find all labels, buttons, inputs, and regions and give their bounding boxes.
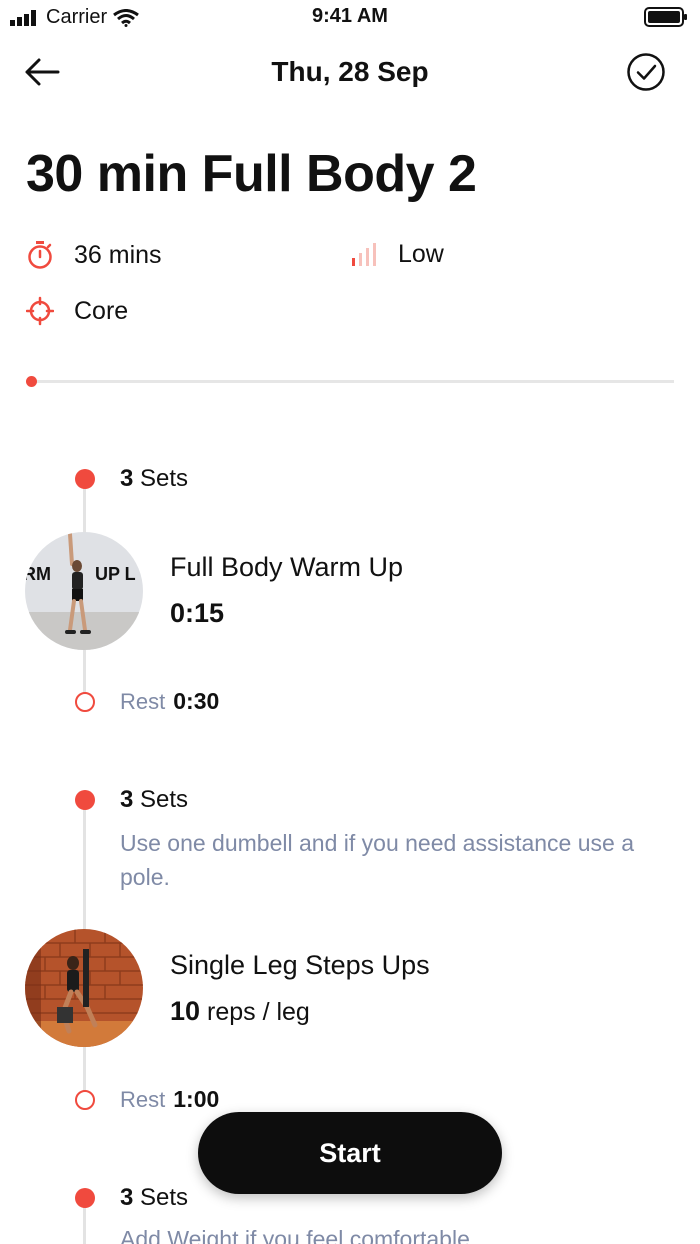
intensity-bars-icon bbox=[352, 242, 376, 266]
stopwatch-icon bbox=[28, 241, 52, 269]
exercise-thumbnail[interactable] bbox=[25, 929, 143, 1047]
thumb-text-right: UP L bbox=[95, 564, 136, 584]
sets-label: 3 Sets bbox=[120, 786, 188, 814]
crosshair-icon bbox=[26, 296, 54, 326]
rest-row: Rest 0:30 bbox=[120, 688, 219, 715]
complete-button[interactable] bbox=[626, 52, 666, 92]
exercise-thumbnail[interactable]: RM UP L bbox=[25, 532, 143, 650]
status-time: 9:41 AM bbox=[312, 5, 388, 27]
workout-title: 30 min Full Body 2 bbox=[26, 145, 477, 203]
duration-value: 36 mins bbox=[74, 240, 162, 269]
sets-marker bbox=[75, 469, 95, 489]
sets-count: 3 bbox=[120, 1184, 134, 1211]
back-button[interactable] bbox=[22, 52, 66, 92]
rest-row: Rest 1:00 bbox=[120, 1086, 219, 1113]
arrow-left-icon bbox=[25, 58, 60, 86]
status-bar: Carrier 9:41 AM bbox=[0, 0, 700, 34]
thumb-text-left: RM bbox=[25, 564, 51, 584]
focus-meta: Core bbox=[26, 296, 128, 326]
sets-label: 3 Sets bbox=[120, 1184, 188, 1212]
start-button[interactable]: Start bbox=[198, 1112, 502, 1194]
set-note: Add Weight if you feel comfortable bbox=[120, 1226, 470, 1244]
battery-icon bbox=[644, 7, 687, 27]
duration-meta: 36 mins bbox=[26, 240, 162, 270]
step-ups-video-thumbnail bbox=[25, 929, 143, 1047]
sets-text: Sets bbox=[140, 786, 189, 813]
exercise-value: 10 bbox=[170, 996, 201, 1026]
exercise-name[interactable]: Full Body Warm Up bbox=[170, 552, 403, 583]
check-circle-icon bbox=[627, 53, 665, 91]
workout-progress-indicator bbox=[26, 376, 37, 387]
exercise-detail: 0:15 bbox=[170, 598, 224, 629]
sets-count: 3 bbox=[120, 786, 134, 813]
sets-marker bbox=[75, 790, 95, 810]
rest-marker bbox=[75, 692, 95, 712]
nav-bar: Thu, 28 Sep bbox=[0, 44, 700, 100]
sets-label: 3 Sets bbox=[120, 465, 188, 493]
exercise-name[interactable]: Single Leg Steps Ups bbox=[170, 950, 430, 981]
intensity-value: Low bbox=[398, 240, 444, 268]
exercise-detail: 10 reps / leg bbox=[170, 996, 310, 1027]
focus-value: Core bbox=[74, 296, 129, 325]
exercise-unit: reps / leg bbox=[207, 998, 310, 1026]
rest-label: Rest bbox=[120, 1087, 166, 1112]
workout-progress-track bbox=[30, 380, 674, 383]
page-date-title: Thu, 28 Sep bbox=[271, 56, 429, 87]
sets-text: Sets bbox=[140, 465, 189, 492]
exercise-value: 0:15 bbox=[170, 598, 225, 628]
warm-up-video-thumbnail: RM UP L bbox=[25, 532, 143, 650]
rest-value: 0:30 bbox=[173, 688, 220, 714]
set-note: Use one dumbell and if you need assistan… bbox=[120, 830, 634, 890]
rest-label: Rest bbox=[120, 689, 166, 714]
sets-marker bbox=[75, 1188, 95, 1208]
sets-text: Sets bbox=[140, 1184, 189, 1211]
intensity-meta: Low bbox=[350, 240, 444, 269]
sets-count: 3 bbox=[120, 465, 134, 492]
rest-value: 1:00 bbox=[173, 1086, 220, 1112]
rest-marker bbox=[75, 1090, 95, 1110]
